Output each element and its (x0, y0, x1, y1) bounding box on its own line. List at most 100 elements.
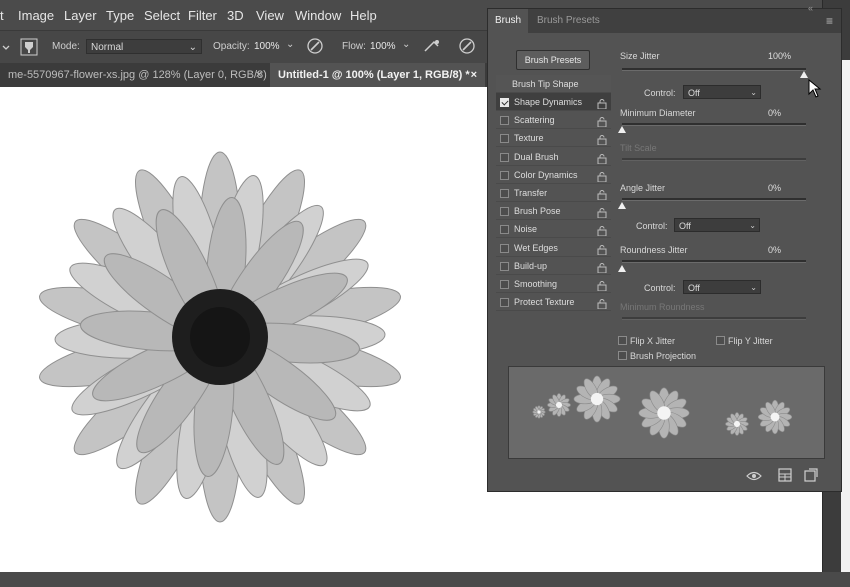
list-item-label: Shape Dynamics (514, 97, 583, 107)
option-checkbox[interactable] (500, 298, 509, 308)
option-checkbox[interactable] (500, 152, 509, 162)
flow-chevron-icon[interactable]: ⌄ (402, 39, 410, 50)
option-checkbox[interactable] (500, 189, 509, 198)
list-item-wet-edges[interactable]: Wet Edges (496, 239, 611, 257)
list-item-transfer[interactable]: Transfer (496, 184, 611, 202)
pressure-size-icon[interactable] (458, 37, 476, 55)
flip-y-jitter-checkbox[interactable] (716, 336, 725, 345)
lock-icon[interactable] (597, 97, 607, 110)
list-item-shape-dynamics[interactable]: Shape Dynamics (496, 93, 611, 111)
option-checkbox[interactable] (500, 243, 509, 253)
dropdown-chevron-icon[interactable] (2, 41, 10, 53)
list-item-noise[interactable]: Noise (496, 220, 611, 239)
brush-presets-button[interactable]: Brush Presets (516, 50, 590, 70)
list-item-smoothing[interactable]: Smoothing (496, 275, 611, 293)
list-item-scattering[interactable]: Scattering (496, 111, 611, 130)
option-checkbox[interactable] (500, 207, 509, 217)
mode-label: Mode: (52, 41, 80, 52)
lock-icon[interactable] (597, 261, 607, 274)
mode-dropdown[interactable]: Normal ⌄ (86, 39, 202, 54)
menu-edit-partial[interactable]: t (0, 8, 4, 23)
opacity-chevron-icon[interactable]: ⌄ (286, 39, 294, 50)
control-value: Off (688, 88, 700, 98)
lock-icon[interactable] (597, 279, 607, 292)
tab-flower-document[interactable]: me-5570967-flower-xs.jpg @ 128% (Layer 0… (0, 63, 270, 105)
menu-select[interactable]: Select (144, 8, 180, 23)
option-checkbox[interactable] (500, 134, 509, 144)
size-jitter-slider[interactable] (622, 68, 806, 71)
flow-value[interactable]: 100% (370, 41, 396, 52)
size-jitter-slider-thumb[interactable] (800, 71, 808, 78)
option-checkbox[interactable] (500, 225, 509, 235)
menu-window[interactable]: Window (295, 8, 341, 23)
lock-icon[interactable] (597, 170, 607, 183)
control-label: Control: (636, 221, 668, 231)
lock-icon[interactable] (597, 152, 607, 165)
toggle-preview-icon[interactable] (746, 469, 764, 483)
flip-x-jitter-checkbox[interactable] (618, 336, 627, 345)
opacity-label: Opacity: (213, 41, 250, 52)
minimum-diameter-slider[interactable] (622, 123, 806, 126)
angle-jitter-value[interactable]: 0% (768, 183, 781, 193)
close-icon[interactable]: × (256, 63, 262, 87)
tilt-scale-label: Tilt Scale (620, 143, 657, 153)
minimum-diameter-slider-thumb[interactable] (618, 126, 626, 133)
list-item-label: Brush Tip Shape (512, 79, 579, 89)
menu-help[interactable]: Help (350, 8, 377, 23)
list-item-protect-texture[interactable]: Protect Texture (496, 293, 611, 312)
list-item-color-dynamics[interactable]: Color Dynamics (496, 166, 611, 184)
angle-jitter-slider[interactable] (622, 198, 806, 201)
control-size-dropdown[interactable]: Off ⌄ (683, 85, 761, 99)
option-checkbox[interactable] (500, 98, 509, 107)
lock-icon[interactable] (597, 133, 607, 146)
roundness-jitter-value[interactable]: 0% (768, 245, 781, 255)
menu-filter[interactable]: Filter (188, 8, 217, 23)
roundness-jitter-slider-thumb[interactable] (618, 265, 626, 272)
close-icon[interactable]: × (471, 63, 477, 87)
lock-icon[interactable] (597, 188, 607, 201)
menu-type[interactable]: Type (106, 8, 134, 23)
option-checkbox[interactable] (500, 261, 509, 271)
airbrush-icon[interactable] (422, 37, 442, 55)
minimum-diameter-value[interactable]: 0% (768, 108, 781, 118)
list-item-dual-brush[interactable]: Dual Brush (496, 148, 611, 166)
tab-brush-presets[interactable]: Brush Presets (530, 9, 607, 33)
list-item-label: Dual Brush (514, 151, 559, 162)
menu-3d[interactable]: 3D (227, 8, 244, 23)
size-jitter-value[interactable]: 100% (768, 51, 791, 61)
pressure-opacity-icon[interactable] (306, 37, 324, 55)
panel-menu-icon[interactable]: ≡ (826, 14, 833, 28)
brush-panel-toggle-icon[interactable] (20, 38, 38, 56)
lock-icon[interactable] (597, 224, 607, 237)
option-checkbox[interactable] (500, 170, 509, 180)
list-item-texture[interactable]: Texture (496, 129, 611, 148)
control-angle-dropdown[interactable]: Off ⌄ (674, 218, 760, 232)
tilt-scale-slider (622, 158, 806, 161)
list-item-label: Transfer (514, 188, 548, 198)
list-item-brush-pose[interactable]: Brush Pose (496, 202, 611, 221)
tab-brush[interactable]: Brush (488, 9, 529, 33)
option-checkbox[interactable] (500, 116, 509, 126)
list-item-label: Build-up (514, 260, 548, 271)
roundness-jitter-slider[interactable] (622, 260, 806, 263)
lock-icon[interactable] (597, 243, 607, 256)
menu-image[interactable]: Image (18, 8, 54, 23)
list-item-build-up[interactable]: Build-up (496, 257, 611, 275)
opacity-value[interactable]: 100% (254, 41, 280, 52)
tab-untitled-document[interactable]: Untitled-1 @ 100% (Layer 1, RGB/8) * × (270, 63, 485, 87)
create-new-brush-icon[interactable] (804, 468, 818, 482)
brush-projection-checkbox[interactable] (618, 351, 627, 360)
lock-icon[interactable] (597, 115, 607, 128)
menu-view[interactable]: View (256, 8, 284, 23)
collapse-panel-icon[interactable]: « (808, 3, 813, 13)
list-item-brush-tip-shape[interactable]: Brush Tip Shape (496, 75, 611, 93)
brush-grid-icon[interactable] (778, 468, 792, 482)
option-checkbox[interactable] (500, 280, 509, 289)
chevron-down-icon: ⌄ (749, 221, 756, 230)
angle-jitter-slider-thumb[interactable] (618, 202, 626, 209)
menu-layer[interactable]: Layer (64, 8, 97, 23)
flower-image (39, 151, 401, 523)
lock-icon[interactable] (597, 206, 607, 219)
control-roundness-dropdown[interactable]: Off ⌄ (683, 280, 761, 294)
lock-icon[interactable] (597, 297, 607, 310)
